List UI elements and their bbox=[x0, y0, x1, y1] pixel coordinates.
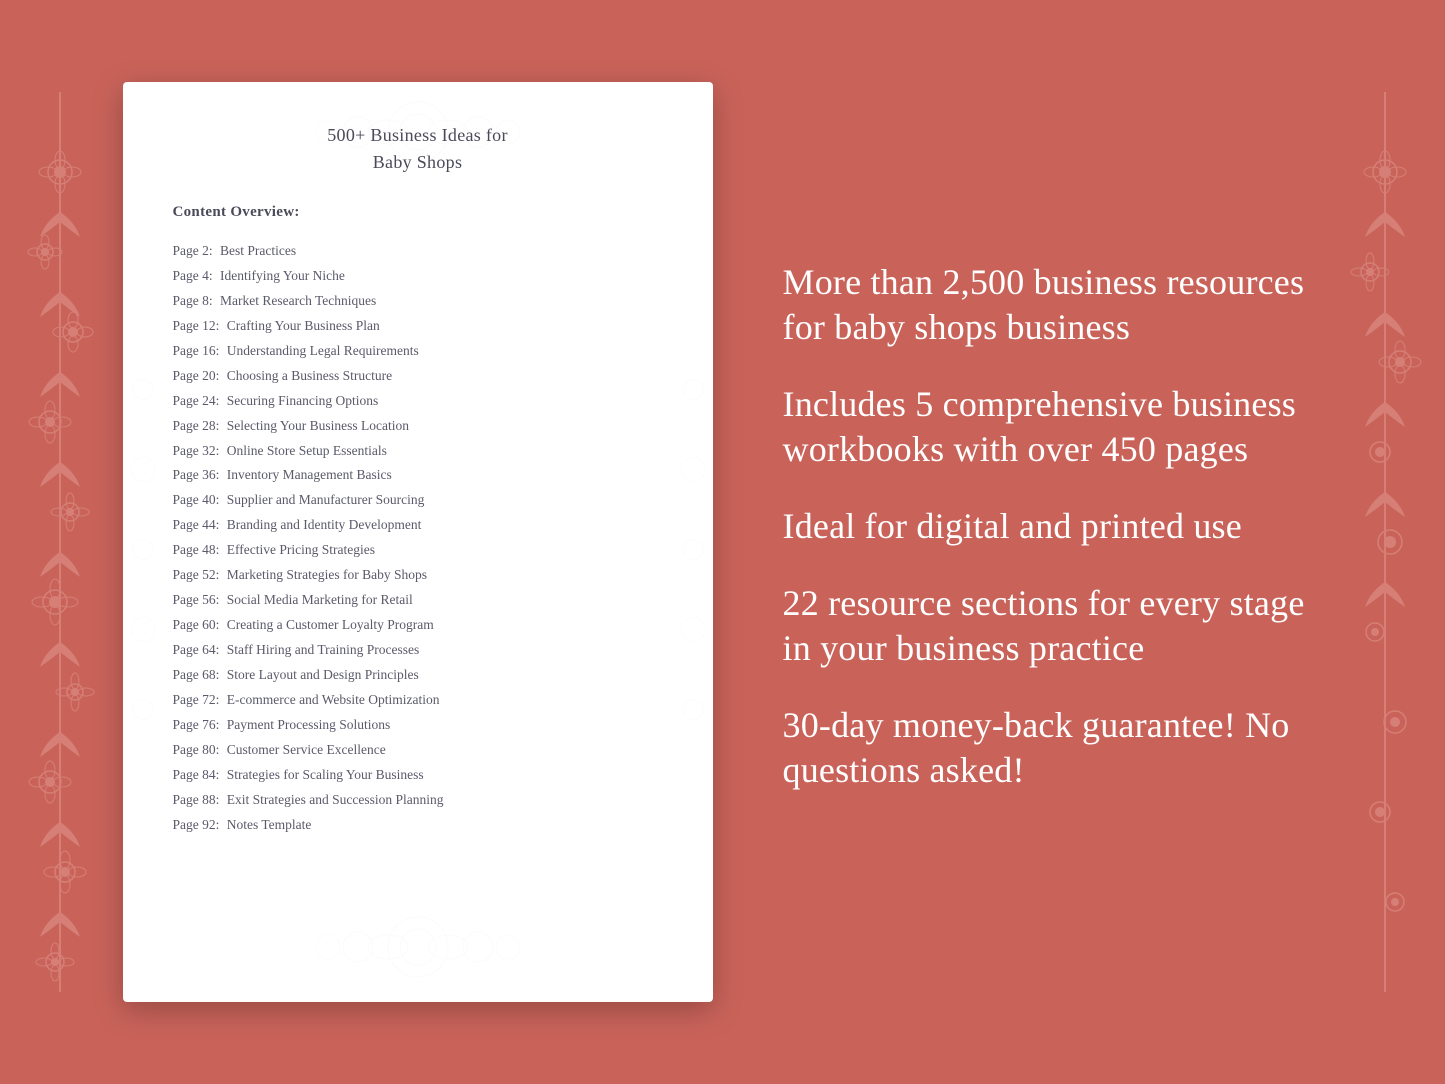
toc-item: Page 76: Payment Processing Solutions bbox=[173, 713, 663, 738]
toc-item: Page 72: E-commerce and Website Optimiza… bbox=[173, 688, 663, 713]
toc-item: Page 48: Effective Pricing Strategies bbox=[173, 538, 663, 563]
feature-block-1: Includes 5 comprehensive business workbo… bbox=[783, 382, 1323, 472]
main-content: 500+ Business Ideas for Baby Shops Conte… bbox=[0, 0, 1445, 1084]
toc-item: Page 16: Understanding Legal Requirement… bbox=[173, 339, 663, 364]
watermark-right bbox=[678, 340, 708, 745]
toc-item: Page 8: Market Research Techniques bbox=[173, 289, 663, 314]
toc-item: Page 24: Securing Financing Options bbox=[173, 389, 663, 414]
toc-item: Page 4: Identifying Your Niche bbox=[173, 264, 663, 289]
right-panel: More than 2,500 business resources for b… bbox=[763, 260, 1323, 825]
feature-text-4: 30-day money-back guarantee! No question… bbox=[783, 703, 1323, 793]
watermark-left bbox=[128, 340, 158, 745]
toc-list: Page 2: Best PracticesPage 4: Identifyin… bbox=[173, 239, 663, 838]
toc-item: Page 20: Choosing a Business Structure bbox=[173, 364, 663, 389]
feature-block-4: 30-day money-back guarantee! No question… bbox=[783, 703, 1323, 793]
toc-item: Page 68: Store Layout and Design Princip… bbox=[173, 663, 663, 688]
toc-item: Page 36: Inventory Management Basics bbox=[173, 463, 663, 488]
feature-block-0: More than 2,500 business resources for b… bbox=[783, 260, 1323, 350]
toc-item: Page 2: Best Practices bbox=[173, 239, 663, 264]
feature-text-3: 22 resource sections for every stage in … bbox=[783, 581, 1323, 671]
toc-item: Page 56: Social Media Marketing for Reta… bbox=[173, 588, 663, 613]
toc-item: Page 80: Customer Service Excellence bbox=[173, 738, 663, 763]
toc-item: Page 52: Marketing Strategies for Baby S… bbox=[173, 563, 663, 588]
toc-item: Page 92: Notes Template bbox=[173, 813, 663, 838]
toc-item: Page 40: Supplier and Manufacturer Sourc… bbox=[173, 488, 663, 513]
document: 500+ Business Ideas for Baby Shops Conte… bbox=[123, 82, 713, 1002]
feature-block-3: 22 resource sections for every stage in … bbox=[783, 581, 1323, 671]
toc-item: Page 28: Selecting Your Business Locatio… bbox=[173, 414, 663, 439]
toc-item: Page 64: Staff Hiring and Training Proce… bbox=[173, 638, 663, 663]
toc-item: Page 32: Online Store Setup Essentials bbox=[173, 439, 663, 464]
toc-item: Page 88: Exit Strategies and Succession … bbox=[173, 788, 663, 813]
watermark-bottom bbox=[268, 907, 568, 992]
toc-item: Page 60: Creating a Customer Loyalty Pro… bbox=[173, 613, 663, 638]
toc-item: Page 84: Strategies for Scaling Your Bus… bbox=[173, 763, 663, 788]
document-title: 500+ Business Ideas for Baby Shops bbox=[173, 122, 663, 176]
content-overview-label: Content Overview: bbox=[173, 204, 663, 221]
toc-item: Page 12: Crafting Your Business Plan bbox=[173, 314, 663, 339]
feature-block-2: Ideal for digital and printed use bbox=[783, 504, 1323, 549]
toc-item: Page 44: Branding and Identity Developme… bbox=[173, 513, 663, 538]
feature-text-0: More than 2,500 business resources for b… bbox=[783, 260, 1323, 350]
feature-text-2: Ideal for digital and printed use bbox=[783, 504, 1323, 549]
feature-text-1: Includes 5 comprehensive business workbo… bbox=[783, 382, 1323, 472]
